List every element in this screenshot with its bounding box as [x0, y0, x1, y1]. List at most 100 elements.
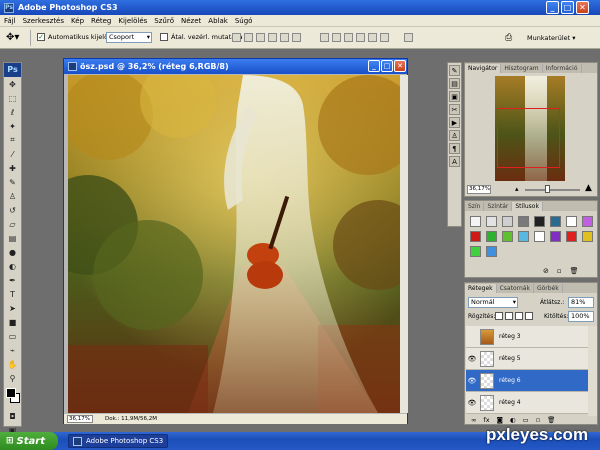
- align-hcenter-icon[interactable]: [280, 33, 289, 42]
- layer-comps-icon[interactable]: ▣: [449, 91, 460, 102]
- style-swatch[interactable]: [485, 231, 497, 242]
- lock-position-icon[interactable]: [515, 312, 523, 320]
- style-swatch[interactable]: [501, 231, 513, 242]
- style-swatch[interactable]: [549, 216, 561, 227]
- zoom-in-icon[interactable]: ▲: [585, 183, 592, 193]
- tool-presets-icon[interactable]: ▤: [449, 78, 460, 89]
- doc-zoom-field[interactable]: 36,17%: [67, 415, 93, 423]
- zoom-icon[interactable]: ⚲: [4, 371, 21, 385]
- gradient-icon[interactable]: ▤: [4, 231, 21, 245]
- healing-icon[interactable]: ✚: [4, 161, 21, 175]
- distribute-vcenter-icon[interactable]: [332, 33, 341, 42]
- brushes-icon[interactable]: ✎: [449, 65, 460, 76]
- pen-icon[interactable]: ✒: [4, 273, 21, 287]
- layer-row-selected[interactable]: 👁 réteg 6: [466, 370, 588, 392]
- workspace-menu[interactable]: Munkaterület ▾: [527, 34, 576, 42]
- tools-icon[interactable]: ✂: [449, 104, 460, 115]
- tab-swatches[interactable]: Színtár: [484, 202, 513, 211]
- menu-select[interactable]: Kijelölés: [118, 17, 147, 25]
- tab-color[interactable]: Szín: [465, 202, 485, 211]
- lock-all-icon[interactable]: [525, 312, 533, 320]
- navigator-view-box[interactable]: [497, 108, 560, 168]
- align-left-icon[interactable]: [268, 33, 277, 42]
- tab-navigator[interactable]: Navigátor: [465, 64, 502, 73]
- shape-icon[interactable]: ■: [4, 315, 21, 329]
- style-swatch[interactable]: [581, 216, 593, 227]
- style-swatch[interactable]: [517, 231, 529, 242]
- style-swatch[interactable]: [501, 216, 513, 227]
- path-select-icon[interactable]: ➤: [4, 301, 21, 315]
- zoom-slider-track[interactable]: [525, 189, 580, 191]
- clone-source-icon[interactable]: ♙: [449, 130, 460, 141]
- eye-icon[interactable]: 👁: [466, 377, 478, 385]
- zoom-out-icon[interactable]: ▴: [515, 185, 519, 193]
- align-right-icon[interactable]: [292, 33, 301, 42]
- link-layers-icon[interactable]: ∞: [471, 416, 476, 424]
- eraser-icon[interactable]: ▱: [4, 217, 21, 231]
- style-swatch[interactable]: [469, 216, 481, 227]
- menu-window[interactable]: Ablak: [208, 17, 228, 25]
- fill-field[interactable]: 100%: [568, 311, 594, 322]
- transform-controls-checkbox[interactable]: [160, 33, 168, 41]
- auto-align-icon[interactable]: [404, 33, 413, 44]
- menu-view[interactable]: Nézet: [181, 17, 201, 25]
- no-style-icon[interactable]: ⊘: [543, 267, 549, 275]
- doc-close-button[interactable]: ✕: [394, 60, 406, 72]
- tab-layers[interactable]: Rétegek: [465, 284, 497, 293]
- move-icon[interactable]: ✥: [4, 77, 21, 91]
- document-title-bar[interactable]: ösz.psd @ 36,2% (réteg 6,RGB/8) _ □ ✕: [64, 59, 407, 74]
- dodge-icon[interactable]: ◐: [4, 259, 21, 273]
- auto-select-checkbox[interactable]: [37, 33, 45, 41]
- menu-file[interactable]: Fájl: [4, 17, 16, 25]
- distribute-top-icon[interactable]: [320, 33, 329, 42]
- taskbar-item-photoshop[interactable]: Adobe Photoshop CS3: [68, 434, 168, 448]
- tab-styles[interactable]: Stílusok: [512, 202, 543, 211]
- distribute-right-icon[interactable]: [380, 33, 389, 42]
- new-layer-icon[interactable]: ▫: [536, 416, 540, 424]
- eye-icon[interactable]: 👁: [466, 355, 478, 363]
- style-swatch[interactable]: [469, 231, 481, 242]
- group-select[interactable]: Csoport ▾: [106, 32, 152, 43]
- blur-icon[interactable]: ●: [4, 245, 21, 259]
- style-swatch[interactable]: [549, 231, 561, 242]
- maximize-button[interactable]: □: [561, 1, 574, 14]
- clone-stamp-icon[interactable]: ♙: [4, 189, 21, 203]
- type-icon[interactable]: T: [4, 287, 21, 301]
- opacity-field[interactable]: 81%: [568, 297, 594, 308]
- distribute-left-icon[interactable]: [356, 33, 365, 42]
- new-style-icon[interactable]: ▫: [557, 267, 562, 275]
- image-canvas[interactable]: [68, 75, 400, 413]
- align-vcenter-icon[interactable]: [244, 33, 253, 42]
- character-icon[interactable]: A: [449, 156, 460, 167]
- adjustment-layer-icon[interactable]: ◐: [510, 416, 516, 424]
- menu-layer[interactable]: Réteg: [91, 17, 111, 25]
- layer-mask-icon[interactable]: ◙: [497, 416, 503, 424]
- magic-wand-icon[interactable]: ✦: [4, 119, 21, 133]
- foreground-color-swatch[interactable]: [6, 388, 16, 398]
- menu-image[interactable]: Kép: [71, 17, 84, 25]
- brush-icon[interactable]: ✎: [4, 175, 21, 189]
- delete-layer-icon[interactable]: 🗑: [547, 416, 555, 424]
- tab-channels[interactable]: Csatornák: [497, 284, 534, 293]
- navigator-thumbnail[interactable]: [495, 76, 565, 181]
- actions-icon[interactable]: ▶: [449, 117, 460, 128]
- close-button[interactable]: ✕: [576, 1, 589, 14]
- delete-style-icon[interactable]: 🗑: [570, 267, 579, 275]
- start-button[interactable]: ⊞ Start: [0, 432, 58, 450]
- zoom-slider-thumb[interactable]: [545, 185, 550, 193]
- new-group-icon[interactable]: ▭: [523, 416, 529, 424]
- paragraph-icon[interactable]: ¶: [449, 143, 460, 154]
- align-bottom-icon[interactable]: [256, 33, 265, 42]
- marquee-icon[interactable]: ⬚: [4, 91, 21, 105]
- minimize-button[interactable]: _: [546, 1, 559, 14]
- lock-transparency-icon[interactable]: [495, 312, 503, 320]
- menu-filter[interactable]: Szűrő: [154, 17, 174, 25]
- document-vertical-scrollbar[interactable]: [400, 75, 408, 413]
- doc-minimize-button[interactable]: _: [368, 60, 380, 72]
- style-swatch[interactable]: [485, 216, 497, 227]
- layer-style-icon[interactable]: fx: [483, 416, 489, 424]
- layer-row[interactable]: 👁 réteg 5: [466, 348, 588, 370]
- layers-scrollbar[interactable]: [588, 326, 597, 416]
- style-swatch[interactable]: [469, 246, 481, 257]
- tab-histogram[interactable]: Hisztogram: [501, 64, 543, 73]
